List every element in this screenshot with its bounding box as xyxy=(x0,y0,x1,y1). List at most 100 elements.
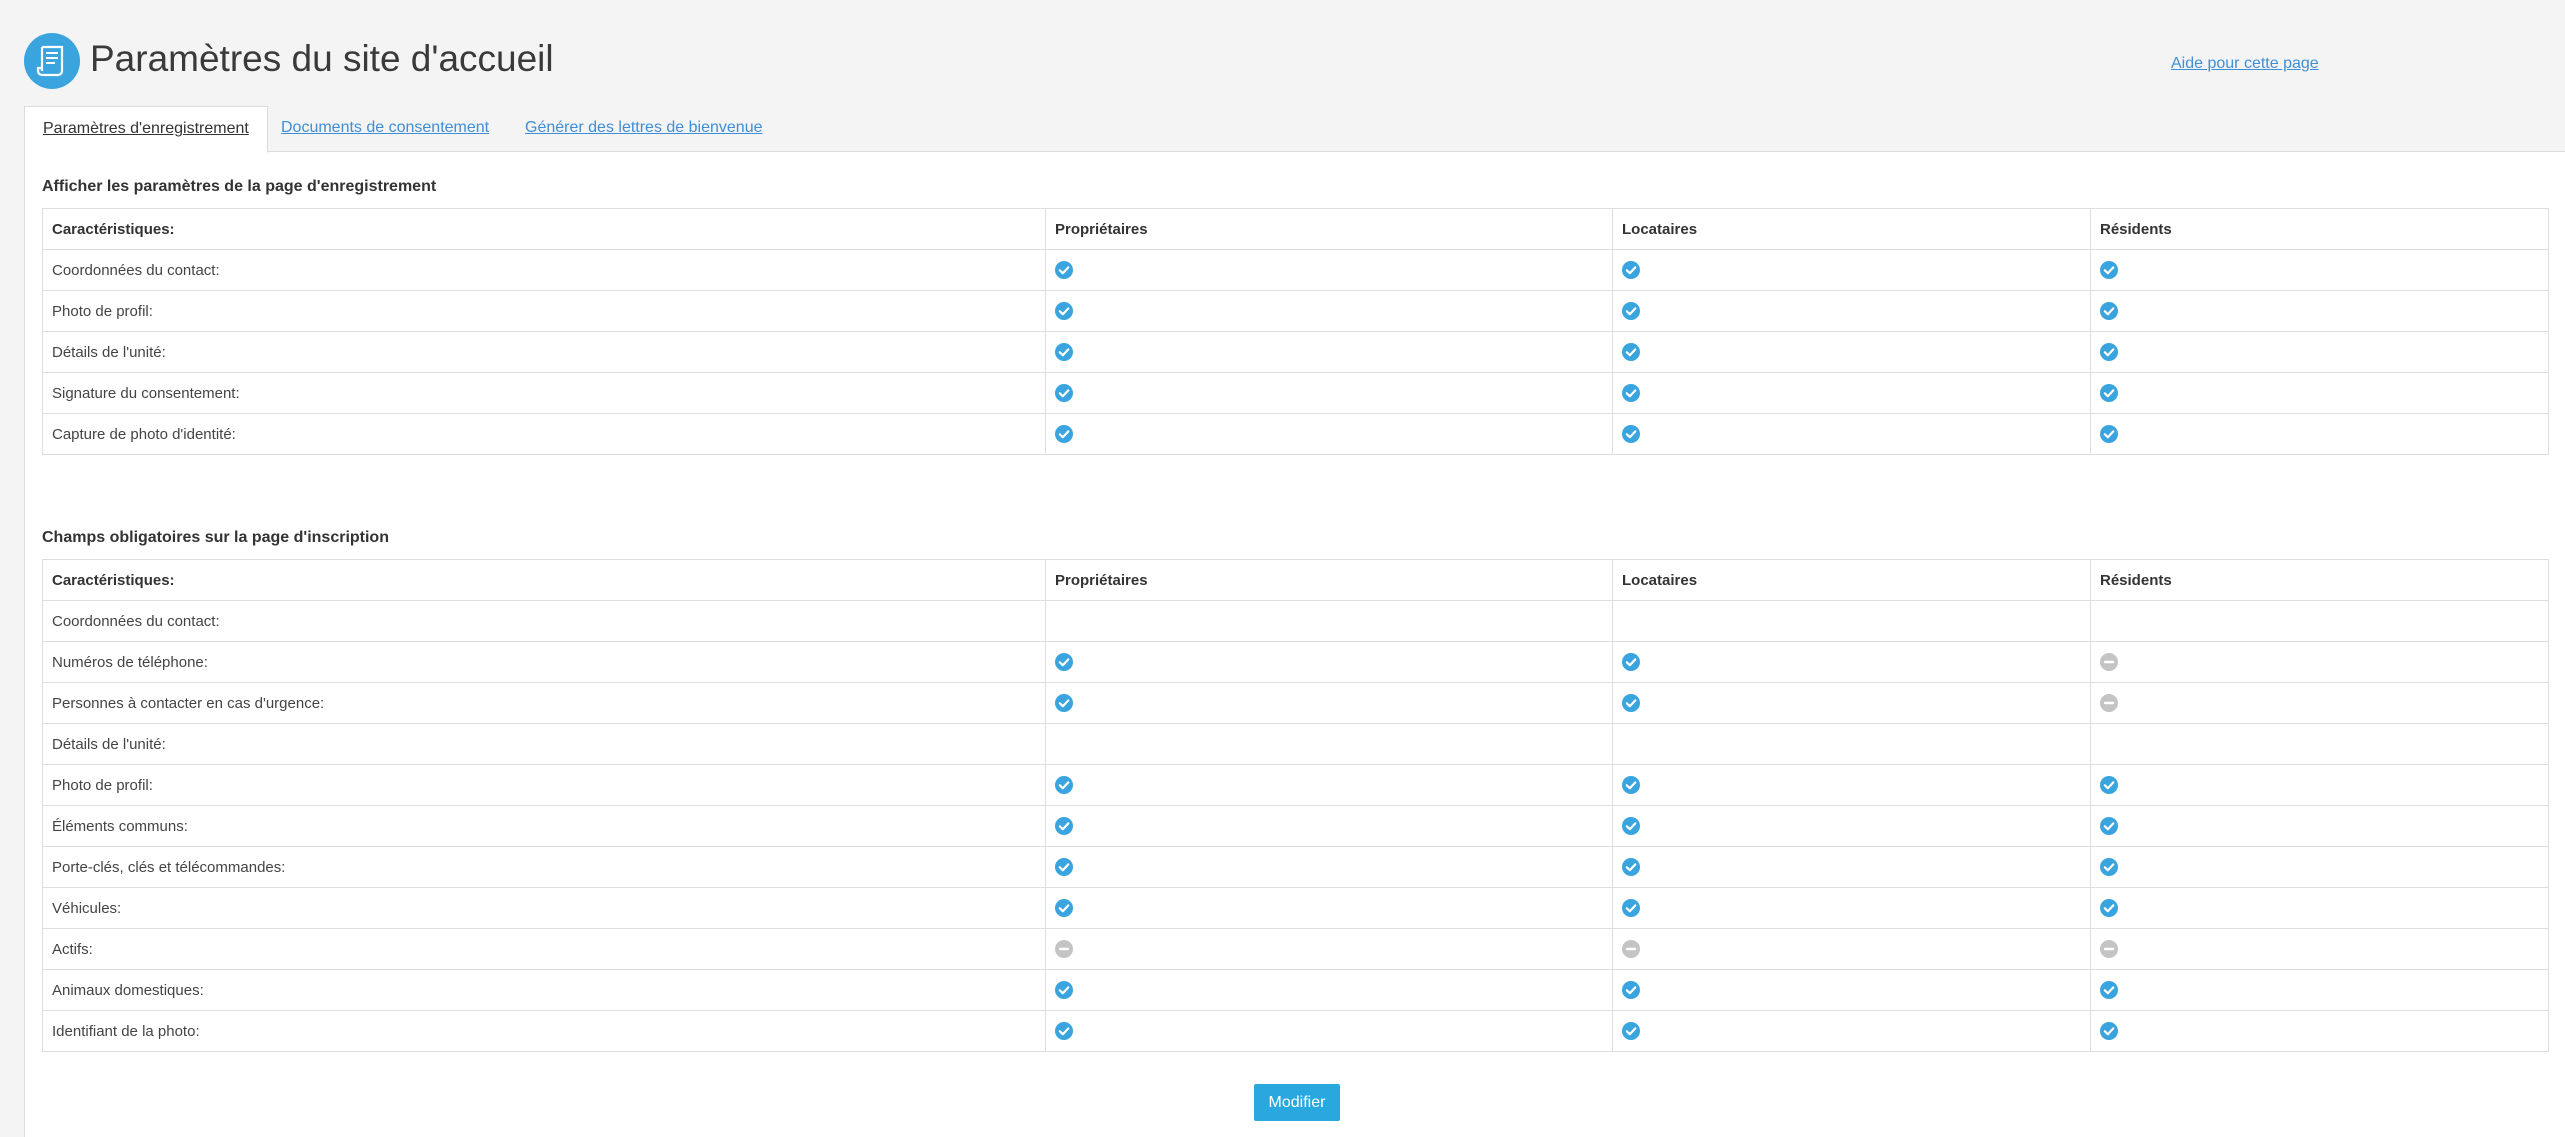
header-owners: Propriétaires xyxy=(1045,559,1613,601)
check-circle-icon[interactable] xyxy=(1622,384,1640,403)
owners-cell xyxy=(1045,641,1613,683)
table-row: Photo de profil: xyxy=(42,764,2549,806)
tenants-cell xyxy=(1612,249,2091,291)
check-circle-icon[interactable] xyxy=(1055,694,1073,713)
tab-welcome-letters[interactable]: Générer des lettres de bienvenue xyxy=(507,106,780,152)
check-circle-icon[interactable] xyxy=(2100,899,2118,918)
residents-cell xyxy=(2090,846,2549,888)
table-row: Photo de profil: xyxy=(42,290,2549,332)
check-circle-icon[interactable] xyxy=(1622,1022,1640,1041)
minus-circle-icon[interactable] xyxy=(1055,940,1073,959)
page-header: Paramètres du site d'accueil Aide pour c… xyxy=(24,30,2540,90)
check-circle-icon[interactable] xyxy=(2100,817,2118,836)
check-circle-icon[interactable] xyxy=(2100,1022,2118,1041)
row-label: Coordonnées du contact: xyxy=(42,249,1046,291)
residents-cell xyxy=(2090,249,2549,291)
header-tenants: Locataires xyxy=(1612,559,2091,601)
check-circle-icon[interactable] xyxy=(2100,343,2118,362)
registration-settings-table: Caractéristiques: Propriétaires Locatair… xyxy=(42,208,2549,455)
minus-circle-icon[interactable] xyxy=(2100,940,2118,959)
owners-cell xyxy=(1045,805,1613,847)
check-circle-icon[interactable] xyxy=(1055,899,1073,918)
row-label: Identifiant de la photo: xyxy=(42,1010,1046,1052)
check-circle-icon[interactable] xyxy=(1622,302,1640,321)
table-row: Actifs: xyxy=(42,928,2549,970)
modify-button[interactable]: Modifier xyxy=(1254,1084,1340,1121)
tenants-cell xyxy=(1612,764,2091,806)
tenants-cell xyxy=(1612,846,2091,888)
residents-cell xyxy=(2090,764,2549,806)
owners-cell xyxy=(1045,1010,1613,1052)
row-label: Personnes à contacter en cas d'urgence: xyxy=(42,682,1046,724)
check-circle-icon[interactable] xyxy=(1622,858,1640,877)
header-residents: Résidents xyxy=(2090,208,2549,250)
tenants-cell xyxy=(1612,372,2091,414)
check-circle-icon[interactable] xyxy=(1055,776,1073,795)
check-circle-icon[interactable] xyxy=(1622,653,1640,672)
check-circle-icon[interactable] xyxy=(1622,817,1640,836)
row-label: Détails de l'unité: xyxy=(42,723,1046,765)
required-section-title: Champs obligatoires sur la page d'inscri… xyxy=(42,529,389,546)
minus-circle-icon[interactable] xyxy=(2100,694,2118,713)
check-circle-icon[interactable] xyxy=(1055,343,1073,362)
tenants-cell xyxy=(1612,1010,2091,1052)
minus-circle-icon[interactable] xyxy=(1622,940,1640,959)
check-circle-icon[interactable] xyxy=(1055,261,1073,280)
check-circle-icon[interactable] xyxy=(1622,694,1640,713)
check-circle-icon[interactable] xyxy=(1055,817,1073,836)
check-circle-icon[interactable] xyxy=(2100,858,2118,877)
check-circle-icon[interactable] xyxy=(1055,1022,1073,1041)
check-circle-icon[interactable] xyxy=(1055,653,1073,672)
check-circle-icon[interactable] xyxy=(1622,776,1640,795)
check-circle-icon[interactable] xyxy=(1055,425,1073,444)
check-circle-icon[interactable] xyxy=(2100,425,2118,444)
check-circle-icon[interactable] xyxy=(1622,343,1640,362)
residents-cell xyxy=(2090,413,2549,455)
check-circle-icon[interactable] xyxy=(2100,384,2118,403)
header-residents: Résidents xyxy=(2090,559,2549,601)
table-row: Numéros de téléphone: xyxy=(42,641,2549,683)
row-label: Éléments communs: xyxy=(42,805,1046,847)
tenants-cell xyxy=(1612,413,2091,455)
check-circle-icon[interactable] xyxy=(1622,899,1640,918)
check-circle-icon[interactable] xyxy=(1622,425,1640,444)
table-row: Identifiant de la photo: xyxy=(42,1010,2549,1052)
check-circle-icon[interactable] xyxy=(2100,776,2118,795)
tab-registration-settings[interactable]: Paramètres d'enregistrement xyxy=(24,106,268,153)
check-circle-icon[interactable] xyxy=(1622,981,1640,1000)
residents-cell xyxy=(2090,723,2549,765)
tab-consent-documents[interactable]: Documents de consentement xyxy=(263,106,507,152)
settings-panel: Afficher les paramètres de la page d'enr… xyxy=(24,151,2565,1137)
table-row: Éléments communs: xyxy=(42,805,2549,847)
owners-cell xyxy=(1045,723,1613,765)
check-circle-icon[interactable] xyxy=(1055,302,1073,321)
check-circle-icon[interactable] xyxy=(2100,981,2118,1000)
tenants-cell xyxy=(1612,641,2091,683)
residents-cell xyxy=(2090,331,2549,373)
table-row: Signature du consentement: xyxy=(42,372,2549,414)
minus-circle-icon[interactable] xyxy=(2100,653,2118,672)
row-label: Signature du consentement: xyxy=(42,372,1046,414)
check-circle-icon[interactable] xyxy=(1055,981,1073,1000)
tenants-cell xyxy=(1612,969,2091,1011)
document-scroll-icon xyxy=(24,33,80,89)
row-label: Photo de profil: xyxy=(42,764,1046,806)
registration-section-title: Afficher les paramètres de la page d'enr… xyxy=(42,178,437,195)
check-circle-icon[interactable] xyxy=(1055,858,1073,877)
residents-cell xyxy=(2090,372,2549,414)
owners-cell xyxy=(1045,928,1613,970)
residents-cell xyxy=(2090,290,2549,332)
table-row: Véhicules: xyxy=(42,887,2549,929)
check-circle-icon[interactable] xyxy=(2100,261,2118,280)
owners-cell xyxy=(1045,331,1613,373)
residents-cell xyxy=(2090,682,2549,724)
owners-cell xyxy=(1045,887,1613,929)
row-label: Capture de photo d'identité: xyxy=(42,413,1046,455)
row-label: Actifs: xyxy=(42,928,1046,970)
tenants-cell xyxy=(1612,331,2091,373)
check-circle-icon[interactable] xyxy=(1622,261,1640,280)
check-circle-icon[interactable] xyxy=(2100,302,2118,321)
help-link[interactable]: Aide pour cette page xyxy=(2171,55,2319,73)
header-features: Caractéristiques: xyxy=(42,208,1046,250)
check-circle-icon[interactable] xyxy=(1055,384,1073,403)
